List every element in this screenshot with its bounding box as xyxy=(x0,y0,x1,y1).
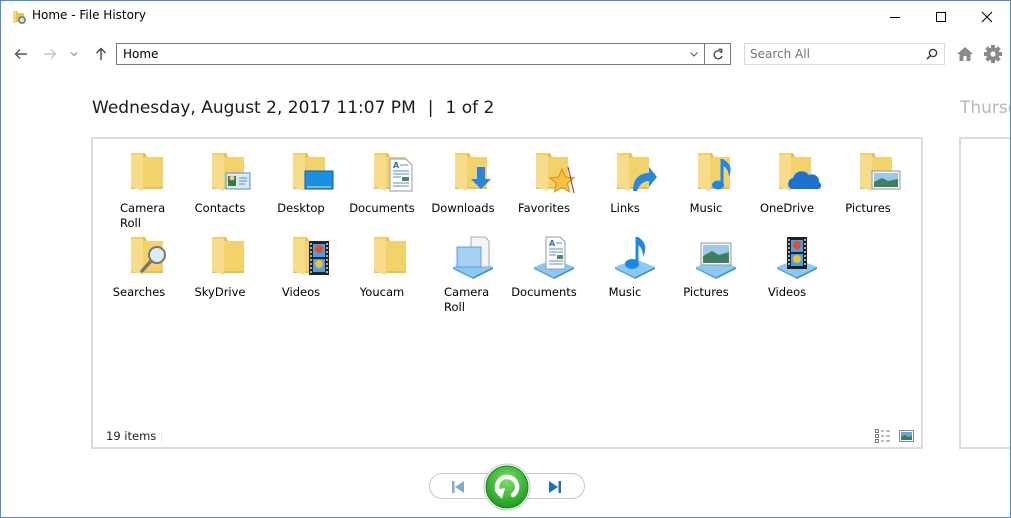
refresh-button[interactable] xyxy=(705,43,731,65)
backup-date: Wednesday, August 2, 2017 11:07 PM xyxy=(92,98,416,118)
restore-button[interactable] xyxy=(483,463,531,511)
maximize-button[interactable] xyxy=(918,1,964,32)
folder-icon xyxy=(374,237,406,275)
file-item-label: SkyDrive xyxy=(194,285,246,299)
desktop-folder-icon xyxy=(293,153,334,191)
file-item-label: Pictures xyxy=(845,201,891,215)
file-item-label: Pictures xyxy=(683,285,729,299)
window-title: Home - File History xyxy=(32,8,146,22)
documents-library-icon: A xyxy=(534,236,574,279)
contacts-folder-icon xyxy=(212,153,251,191)
title-bar: Home - File History xyxy=(1,1,1010,32)
next-version-icon xyxy=(549,481,561,493)
folder-icon xyxy=(131,153,163,191)
search-icon[interactable] xyxy=(926,48,938,60)
minimize-icon xyxy=(890,16,900,18)
camera-roll-library-icon xyxy=(453,236,493,279)
file-item-label: Desktop xyxy=(277,201,325,215)
file-item-label: Favorites xyxy=(518,201,570,215)
search-box[interactable] xyxy=(744,43,945,65)
file-history-app-icon xyxy=(13,11,26,24)
item-count: 19 items xyxy=(106,429,157,443)
status-divider xyxy=(161,430,162,444)
file-item-label: Videos xyxy=(281,285,321,299)
gear-icon[interactable] xyxy=(983,44,1003,64)
file-item-label: Contacts xyxy=(194,201,246,215)
home-icon[interactable] xyxy=(956,45,974,63)
version-controls xyxy=(429,463,587,511)
chevron-down-icon xyxy=(70,52,78,57)
close-icon xyxy=(981,11,993,22)
file-item-label: Links xyxy=(610,201,640,215)
folder-icon xyxy=(212,237,244,275)
next-backup-panel[interactable] xyxy=(959,137,1010,449)
documents-folder-icon: A xyxy=(374,153,413,192)
next-backup-date[interactable]: Thursd xyxy=(960,98,1010,118)
arrow-left-icon xyxy=(14,49,27,59)
address-bar[interactable]: Home xyxy=(116,43,705,65)
backup-date-header: Wednesday, August 2, 2017 11:07 PM | 1 of … xyxy=(92,98,494,118)
search-input[interactable] xyxy=(745,44,920,64)
file-item-label: OneDrive xyxy=(759,201,815,215)
address-value: Home xyxy=(123,47,159,61)
pictures-folder-icon xyxy=(860,153,901,191)
chevron-down-icon[interactable] xyxy=(688,48,700,60)
minimize-button[interactable] xyxy=(872,1,918,32)
navigation-toolbar: Home xyxy=(1,39,1010,69)
file-item-label: Music xyxy=(608,285,642,299)
arrow-right-icon xyxy=(44,49,57,59)
file-item-label: Youcam xyxy=(359,285,405,299)
details-view-icon[interactable] xyxy=(875,429,891,443)
file-item-label: Music xyxy=(689,201,723,215)
header-separator: | xyxy=(427,98,434,118)
file-item-label: Documents xyxy=(511,285,577,299)
backup-contents-panel: Camera Roll Contacts Desktop A Documents … xyxy=(91,137,923,449)
back-button[interactable] xyxy=(12,45,30,63)
searches-folder-icon xyxy=(131,237,166,275)
favorites-folder-icon xyxy=(536,153,576,194)
file-history-window: Home - File History Home Search All Wedn… xyxy=(0,0,1011,518)
file-item-label: Downloads xyxy=(431,201,495,215)
forward-button[interactable] xyxy=(41,45,59,63)
file-item-label: Camera Roll xyxy=(444,285,490,314)
svg-text:A: A xyxy=(393,161,400,170)
music-library-icon xyxy=(615,237,655,279)
file-item-label: Camera Roll xyxy=(120,201,166,230)
downloads-folder-icon xyxy=(455,153,491,191)
svg-text:A: A xyxy=(549,239,556,248)
refresh-icon xyxy=(713,48,723,59)
large-icons-view-icon[interactable] xyxy=(899,429,915,443)
pictures-library-icon xyxy=(696,242,736,279)
previous-version-icon xyxy=(452,481,464,493)
music-folder-icon xyxy=(698,153,731,191)
videos-library-icon xyxy=(777,237,817,279)
videos-folder-icon xyxy=(293,237,329,275)
file-item-label: Documents xyxy=(349,201,415,215)
arrow-up-icon xyxy=(96,47,106,60)
onedrive-folder-icon xyxy=(779,153,821,191)
maximize-icon xyxy=(936,11,946,22)
file-item-label: Searches xyxy=(112,285,166,299)
recent-locations-button[interactable] xyxy=(65,45,83,63)
file-item-label: Videos xyxy=(767,285,807,299)
backup-position: 1 of 2 xyxy=(445,98,495,118)
close-button[interactable] xyxy=(964,1,1010,32)
up-button[interactable] xyxy=(92,45,110,63)
links-folder-icon xyxy=(617,153,657,191)
